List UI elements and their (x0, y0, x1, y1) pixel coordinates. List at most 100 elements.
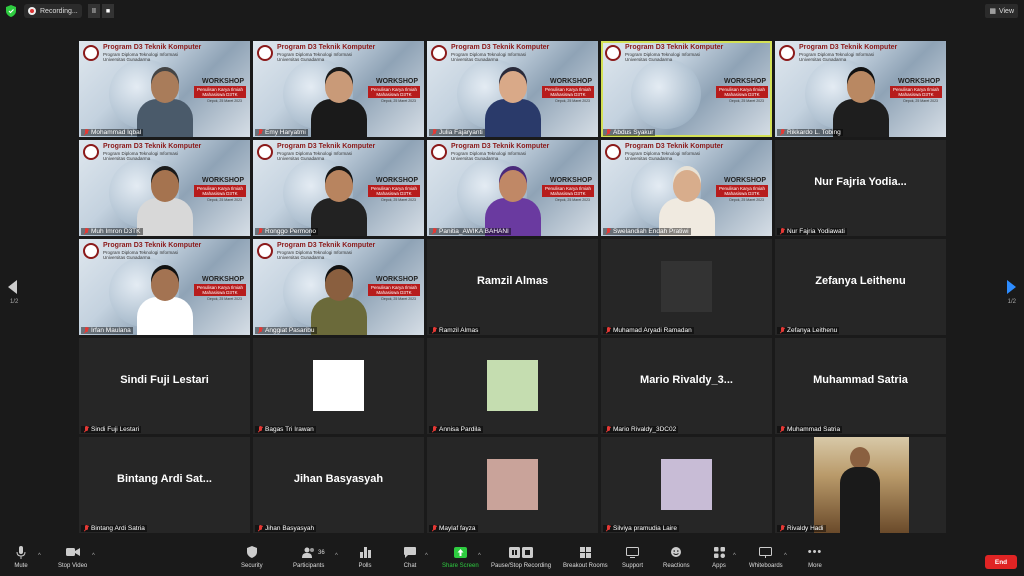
shield-icon[interactable] (6, 5, 16, 17)
recording-indicator[interactable]: Recording... (24, 4, 82, 18)
chat-button[interactable]: Chat (403, 545, 417, 575)
participant-tile[interactable]: Program D3 Teknik Komputer Program Diplom… (253, 140, 424, 236)
apps-button[interactable]: Apps (712, 545, 726, 575)
banner-subtitle: Program Diploma Teknologi Informasi Unive… (103, 52, 178, 62)
participant-name-tag: Zefanya Leithenu (777, 327, 840, 334)
participant-display-name: Nur Fajria Yodia... (814, 176, 907, 188)
participant-video (485, 166, 541, 236)
participant-tile[interactable]: Program D3 Teknik Komputer Program Diplom… (427, 140, 598, 236)
participant-name: Irfan Maulana (91, 327, 131, 334)
muted-microphone-icon (257, 525, 263, 532)
university-logo-icon (257, 144, 273, 160)
apps-icon (712, 545, 726, 559)
participant-tile[interactable]: Silviya pramudia Laire (601, 437, 772, 533)
participant-name: Sindi Fuji Lestari (91, 426, 140, 433)
view-button[interactable]: ▦ View (985, 4, 1018, 18)
mute-button[interactable]: Mute (14, 545, 28, 575)
participants-label: Participants (293, 563, 325, 569)
participant-tile[interactable]: Program D3 Teknik Komputer Program Diplom… (601, 140, 772, 236)
participant-name-tag: Abdus Syakur (603, 129, 656, 136)
participant-tile[interactable]: Jihan Basyasyah Jihan Basyasyah (253, 437, 424, 533)
participant-tile[interactable]: Bagas Tri Irawan (253, 338, 424, 434)
muted-microphone-icon (605, 426, 611, 433)
university-logo-icon (83, 243, 99, 259)
audio-options-chevron-icon[interactable]: ^ (38, 553, 41, 559)
participant-tile[interactable]: Muhammad Satria Muhammad Satria (775, 338, 946, 434)
pause-stop-recording-button[interactable]: Pause/Stop Recording (491, 545, 551, 575)
participant-tile[interactable]: Program D3 Teknik Komputer Program Diplom… (601, 41, 772, 137)
profile-picture (661, 459, 712, 510)
participant-tile[interactable]: Program D3 Teknik Komputer Program Diplom… (253, 41, 424, 137)
pause-recording-icon[interactable]: II (88, 4, 100, 18)
participant-tile[interactable]: Muhamad Aryadi Ramadan (601, 239, 772, 335)
university-logo-icon (83, 45, 99, 61)
participant-video (137, 265, 193, 335)
participant-name-tag: Muh Imron D3TK (81, 228, 143, 235)
share-screen-button[interactable]: Share Screen (442, 545, 479, 575)
banner-workshop: WORKSHOP (376, 276, 418, 283)
apps-chevron-icon[interactable]: ^ (733, 553, 736, 559)
participant-tile[interactable]: Program D3 Teknik Komputer Program Diplom… (79, 41, 250, 137)
banner-subtitle: Program Diploma Teknologi Informasi Unive… (625, 52, 700, 62)
participant-tile[interactable]: Nur Fajria Yodia... Nur Fajria Yodiawati (775, 140, 946, 236)
reactions-button[interactable]: Reactions (663, 545, 690, 575)
share-screen-label: Share Screen (442, 563, 479, 569)
participant-tile[interactable]: Bintang Ardi Sat... Bintang Ardi Satria (79, 437, 250, 533)
chat-chevron-icon[interactable]: ^ (425, 553, 428, 559)
muted-microphone-icon (779, 228, 785, 235)
more-button[interactable]: ••• More (808, 545, 822, 575)
breakout-rooms-button[interactable]: Breakout Rooms (563, 545, 608, 575)
video-options-chevron-icon[interactable]: ^ (92, 553, 95, 559)
participant-tile[interactable]: Program D3 Teknik Komputer Program Diplom… (775, 41, 946, 137)
banner-date: Depok, 25 Maret 2023 (729, 99, 764, 103)
participant-tile[interactable]: Program D3 Teknik Komputer Program Diplom… (427, 41, 598, 137)
banner-title: Program D3 Teknik Komputer (103, 44, 202, 51)
participant-name: Muhammad Satria (787, 426, 841, 433)
participant-tile[interactable]: Program D3 Teknik Komputer Program Diplom… (79, 140, 250, 236)
participant-video (659, 166, 715, 236)
participant-tile[interactable]: Program D3 Teknik Komputer Program Diplom… (253, 239, 424, 335)
participant-tile[interactable]: Annisa Pardila (427, 338, 598, 434)
whiteboards-button[interactable]: Whiteboards (749, 545, 783, 575)
support-button[interactable]: Support (622, 545, 643, 575)
participants-chevron-icon[interactable]: ^ (335, 553, 338, 559)
stop-recording-icon[interactable]: ■ (102, 4, 114, 18)
participant-tile[interactable]: Program D3 Teknik Komputer Program Diplom… (79, 239, 250, 335)
top-bar: Recording... II ■ ▦ View (0, 0, 1024, 22)
participant-name: Mario Rivaldy_3DC02 (613, 426, 677, 433)
next-page-icon[interactable] (1007, 280, 1016, 294)
banner-date: Depok, 25 Maret 2023 (207, 198, 242, 202)
microphone-icon (14, 545, 28, 559)
participant-tile[interactable]: Sindi Fuji Lestari Sindi Fuji Lestari (79, 338, 250, 434)
muted-microphone-icon (257, 228, 263, 235)
participant-name-tag: Julia Fajaryanti (429, 129, 485, 136)
participant-tile[interactable]: Rivaldy Hadi (775, 437, 946, 533)
university-logo-icon (779, 45, 795, 61)
previous-page-icon[interactable] (8, 280, 17, 294)
participant-name: Swelandiah Endah Pratiwi (613, 228, 689, 235)
university-logo-icon (605, 45, 621, 61)
stop-video-button[interactable]: Stop Video (58, 545, 87, 575)
participant-name: Jihan Basyasyah (265, 525, 315, 532)
participant-tile[interactable]: Ramzil Almas Ramzil Almas (427, 239, 598, 335)
share-chevron-icon[interactable]: ^ (478, 553, 481, 559)
participant-name: Anggiat Pasaribu (265, 327, 315, 334)
whiteboards-chevron-icon[interactable]: ^ (784, 553, 787, 559)
security-button[interactable]: Security (241, 545, 263, 575)
participant-count: 36 (318, 550, 325, 556)
support-label: Support (622, 563, 644, 569)
end-meeting-button[interactable]: End (985, 555, 1017, 569)
banner-ribbon: Penulisan Karya Ilmiah Mahasiswa D3TK (716, 185, 768, 197)
participant-tile[interactable]: Zefanya Leithenu Zefanya Leithenu (775, 239, 946, 335)
workshop-banner: Program D3 Teknik Komputer Program Diplom… (601, 41, 772, 137)
polls-button[interactable]: Polls (358, 545, 372, 575)
participant-name: Bagas Tri Irawan (265, 426, 314, 433)
profile-picture (661, 261, 712, 312)
participant-video (137, 67, 193, 137)
banner-title: Program D3 Teknik Komputer (451, 44, 550, 51)
recording-controls: II ■ (88, 4, 114, 18)
participant-tile[interactable]: Mario Rivaldy_3... Mario Rivaldy_3DC02 (601, 338, 772, 434)
participant-name: Muh Imron D3TK (91, 228, 141, 235)
banner-date: Depok, 25 Maret 2023 (381, 198, 416, 202)
participant-tile[interactable]: Maylaf fayza (427, 437, 598, 533)
